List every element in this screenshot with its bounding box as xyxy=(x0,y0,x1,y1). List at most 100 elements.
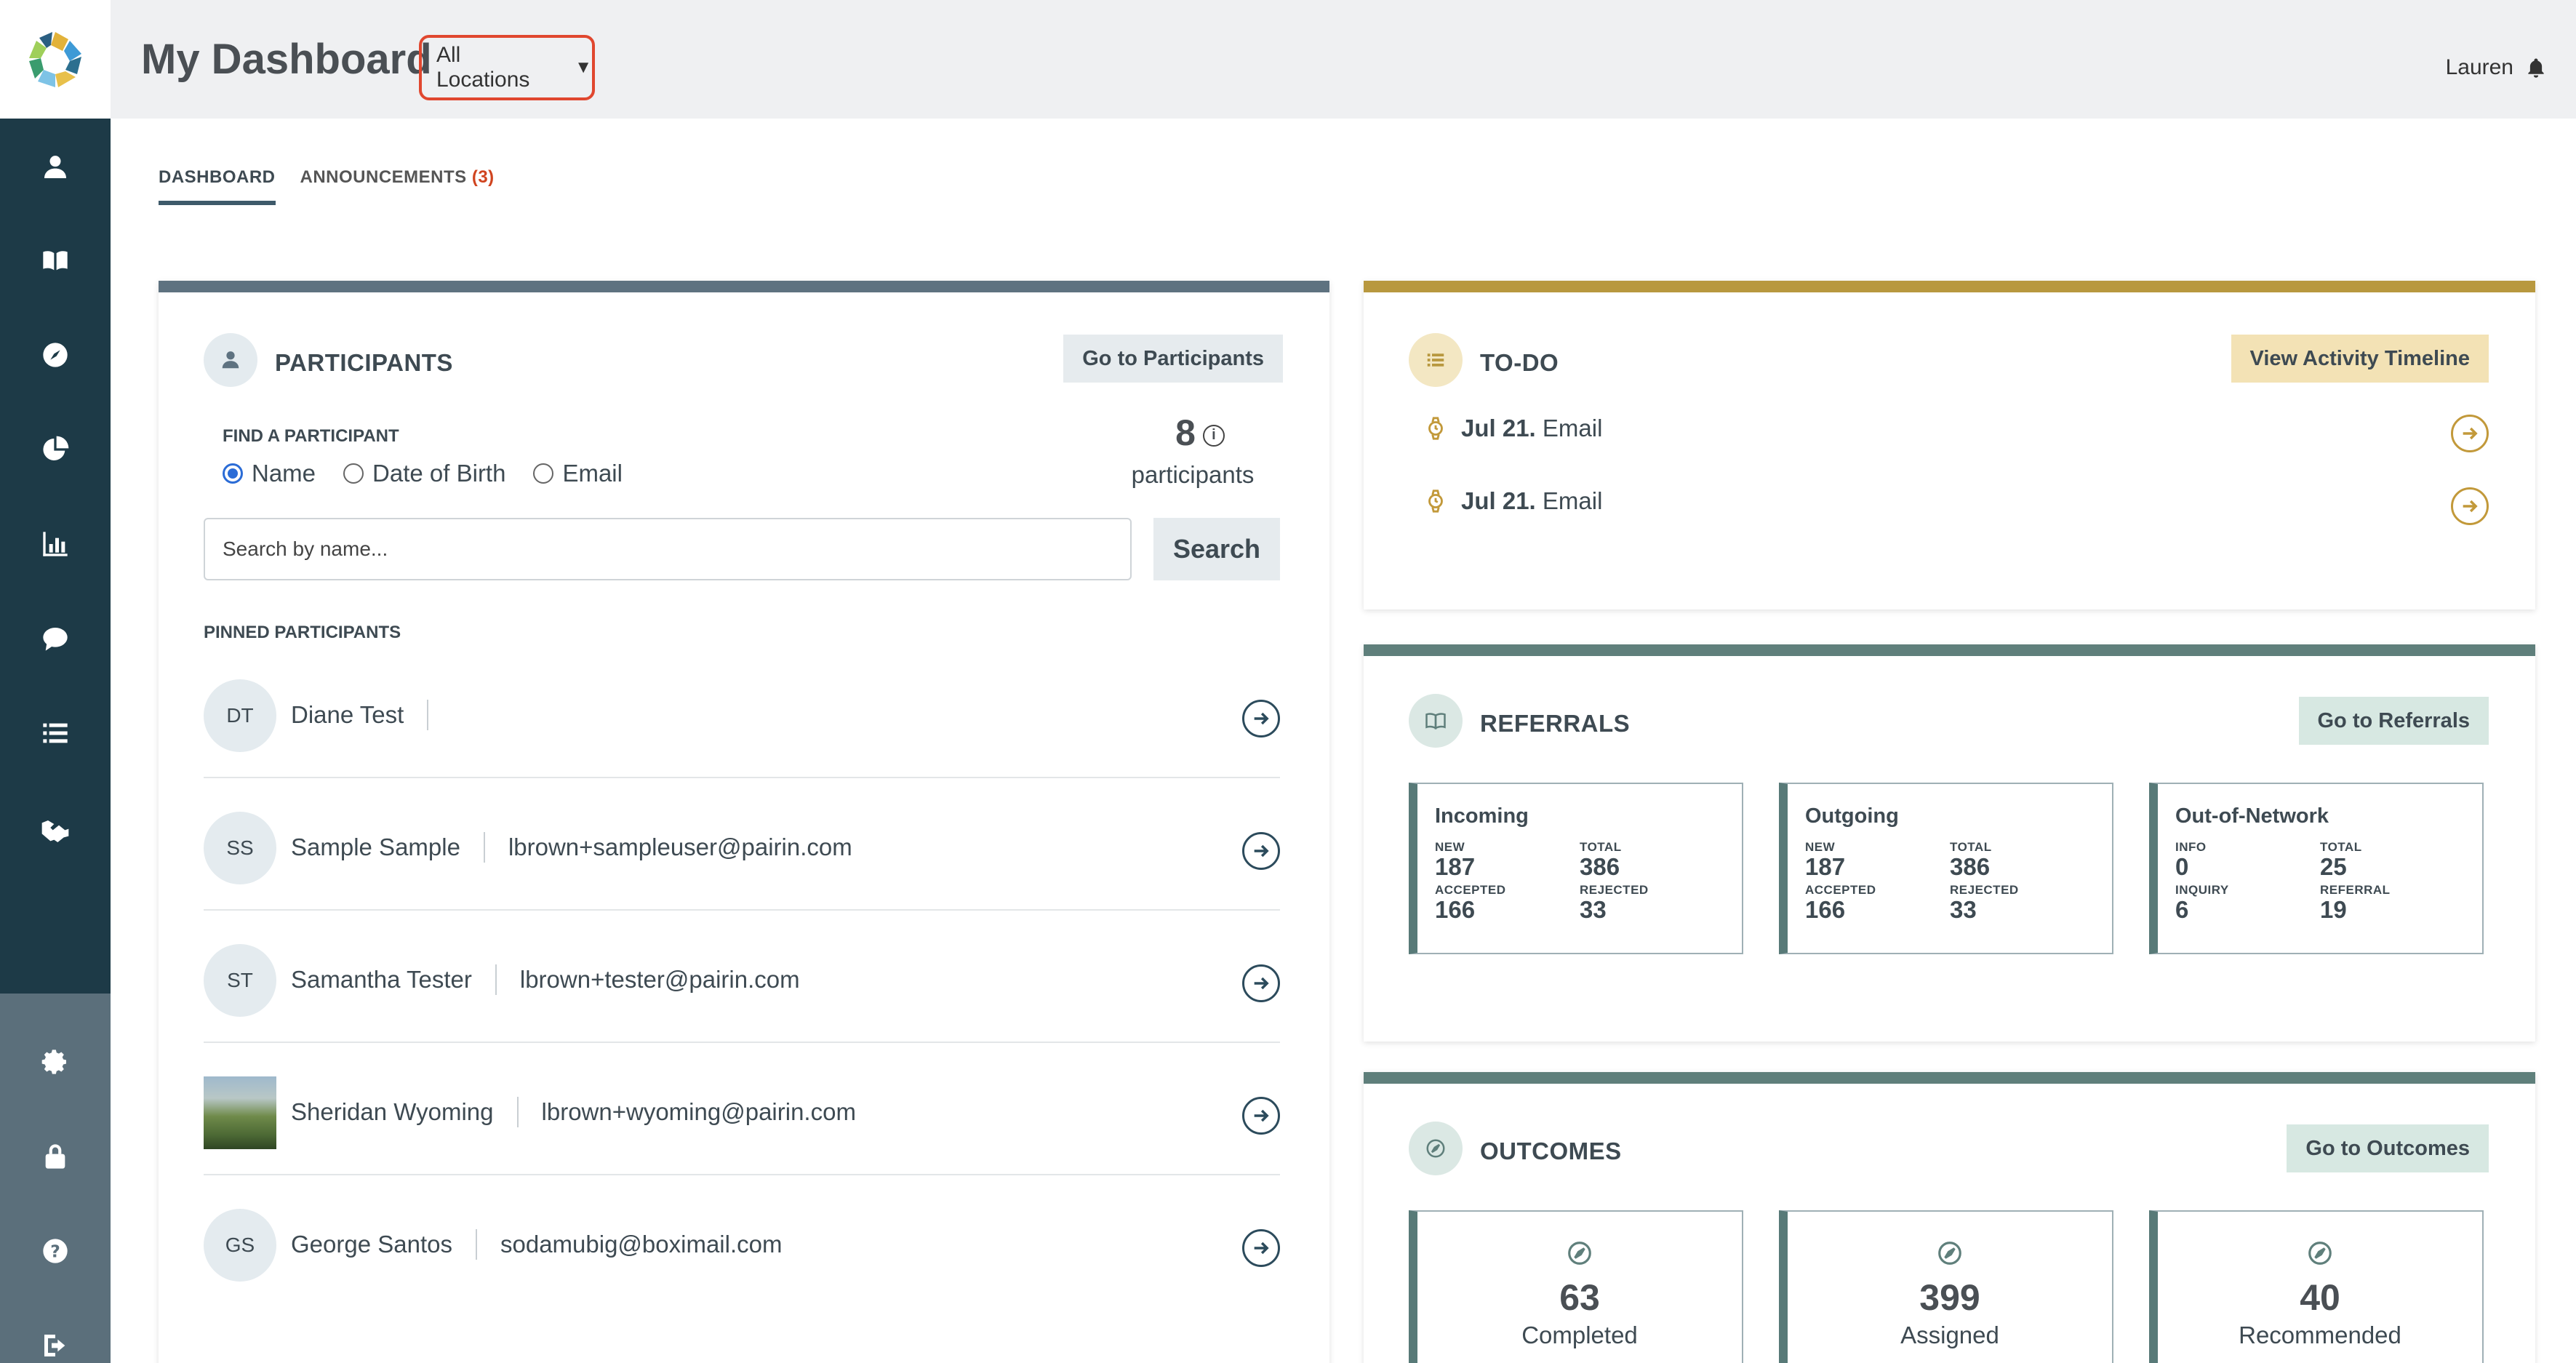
user-menu[interactable]: Lauren xyxy=(2446,55,2547,80)
open-participant-arrow-icon[interactable] xyxy=(1242,700,1280,738)
participant-name-group: Sheridan Wyoming lbrown+wyoming@pairin.c… xyxy=(291,1097,856,1127)
outcome-value: 40 xyxy=(2300,1277,2340,1318)
todo-card-accent xyxy=(1364,281,2535,292)
radio-name[interactable]: Name xyxy=(223,460,316,487)
stat-value: 6 xyxy=(2175,896,2189,923)
participant-email: lbrown+tester@pairin.com xyxy=(519,966,800,993)
tab-dashboard[interactable]: DASHBOARD xyxy=(159,167,276,205)
referrals-card: REFERRALS Go to Referrals Incoming NEW 18… xyxy=(1364,644,2535,1042)
stat-label: NEW xyxy=(1805,840,1836,854)
logo-icon xyxy=(29,31,81,87)
nav-compass-icon[interactable] xyxy=(33,333,77,377)
radio-date-of-birth[interactable]: Date of Birth xyxy=(343,460,505,487)
nav-gear-icon[interactable] xyxy=(33,1040,77,1084)
find-participant-label: FIND A PARTICIPANT xyxy=(223,426,399,446)
pinned-participant-row[interactable]: SS Sample Sample lbrown+sampleuser@pairi… xyxy=(204,778,1280,911)
search-button[interactable]: Search xyxy=(1153,518,1280,580)
participant-name: George Santos xyxy=(291,1231,452,1258)
open-participant-arrow-icon[interactable] xyxy=(1242,964,1280,1002)
open-participant-arrow-icon[interactable] xyxy=(1242,1097,1280,1135)
avatar: DT xyxy=(204,679,276,752)
tab-bar: DASHBOARD ANNOUNCEMENTS (3) xyxy=(159,167,495,205)
referral-stat-box-incoming[interactable]: Incoming NEW 187 TOTAL 386 ACCEPTED 166 REJ… xyxy=(1409,783,1743,954)
referral-stat-box-out-of-network[interactable]: Out-of-Network INFO 0 TOTAL 25 INQUIRY 6 RE… xyxy=(2149,783,2484,954)
stat-value: 166 xyxy=(1435,896,1476,923)
nav-chat-icon[interactable] xyxy=(33,617,77,660)
participant-name: Samantha Tester xyxy=(291,966,472,993)
nav-participants-icon[interactable] xyxy=(33,145,77,189)
participant-count-value: 8 xyxy=(1175,412,1196,453)
nav-bar-chart-icon[interactable] xyxy=(33,522,77,566)
user-icon xyxy=(222,351,239,369)
stat-value: 166 xyxy=(1805,896,1846,923)
participants-card-accent xyxy=(159,281,1329,292)
tab-announcements-label: ANNOUNCEMENTS xyxy=(300,167,467,187)
radio-indicator[interactable] xyxy=(533,463,554,484)
radio-name-label: Name xyxy=(252,460,316,487)
bell-icon[interactable] xyxy=(2525,57,2547,79)
participant-count-label: participants xyxy=(1131,461,1255,488)
stat-label: ACCEPTED xyxy=(1805,883,1876,897)
nav-logout-icon[interactable] xyxy=(33,1324,77,1363)
nav-pie-chart-icon[interactable] xyxy=(33,428,77,471)
go-to-outcomes-button[interactable]: Go to Outcomes xyxy=(2287,1124,2489,1172)
nav-list-icon[interactable] xyxy=(33,711,77,755)
stat-label: INQUIRY xyxy=(2175,883,2229,897)
view-activity-timeline-button[interactable]: View Activity Timeline xyxy=(2231,335,2489,383)
info-icon[interactable]: i xyxy=(1202,424,1225,447)
stat-label: REJECTED xyxy=(1950,883,2019,897)
participants-card-icon xyxy=(204,333,257,387)
nav-lock-icon[interactable] xyxy=(33,1135,77,1178)
todo-text: Email xyxy=(1542,415,1603,441)
open-participant-arrow-icon[interactable] xyxy=(1242,1229,1280,1267)
stat-label: REFERRAL xyxy=(2320,883,2391,897)
pinned-participant-row[interactable]: Sheridan Wyoming lbrown+wyoming@pairin.c… xyxy=(204,1043,1280,1175)
pinned-participant-row[interactable]: DT Diane Test xyxy=(204,646,1280,778)
todo-item[interactable]: Jul 21. Email xyxy=(1423,415,1602,442)
location-select[interactable]: All Locations ▼ xyxy=(419,35,595,100)
radio-indicator[interactable] xyxy=(343,463,364,484)
outcome-stat-box-assigned[interactable]: 399 Assigned xyxy=(1779,1210,2113,1363)
nav-help-icon[interactable]: ? xyxy=(33,1229,77,1273)
todo-item[interactable]: Jul 21. Email xyxy=(1423,487,1602,515)
go-to-referrals-button[interactable]: Go to Referrals xyxy=(2298,697,2489,745)
outcomes-card: OUTCOMES Go to Outcomes 63 Completed 399… xyxy=(1364,1072,2535,1363)
compass-icon xyxy=(1938,1242,1961,1265)
divider xyxy=(427,700,429,730)
radio-email[interactable]: Email xyxy=(533,460,623,487)
stat-value: 25 xyxy=(2320,853,2347,880)
chevron-down-icon: ▼ xyxy=(575,57,592,77)
outcome-label: Completed xyxy=(1521,1322,1638,1348)
participants-title: PARTICIPANTS xyxy=(275,349,453,376)
radio-selected-indicator[interactable] xyxy=(223,463,243,484)
open-participant-arrow-icon[interactable] xyxy=(1242,832,1280,870)
go-to-participants-button[interactable]: Go to Participants xyxy=(1063,335,1283,383)
stat-value: 386 xyxy=(1580,853,1620,880)
participant-name-group: Sample Sample lbrown+sampleuser@pairin.c… xyxy=(291,832,852,863)
stat-value: 0 xyxy=(2175,853,2189,880)
avatar: SS xyxy=(204,812,276,884)
top-header: My Dashboard All Locations ▼ Lauren xyxy=(111,0,2576,119)
outcome-stat-box-recommended[interactable]: 40 Recommended xyxy=(2149,1210,2484,1363)
radio-dob-label: Date of Birth xyxy=(372,460,506,487)
avatar-photo xyxy=(204,1076,276,1149)
participant-search-input[interactable] xyxy=(204,518,1132,580)
participant-name-group: George Santos sodamubig@boximail.com xyxy=(291,1229,782,1260)
nav-handshake-icon[interactable] xyxy=(33,806,77,850)
open-todo-arrow-icon[interactable] xyxy=(2451,415,2489,452)
participant-name-group: Diane Test xyxy=(291,700,452,730)
app-logo[interactable] xyxy=(0,0,111,119)
pinned-participant-row[interactable]: ST Samantha Tester lbrown+tester@pairin.… xyxy=(204,911,1280,1043)
stat-label: TOTAL xyxy=(1580,840,1622,854)
referral-stat-box-outgoing[interactable]: Outgoing NEW 187 TOTAL 386 ACCEPTED 166 REJ… xyxy=(1779,783,2113,954)
tab-announcements[interactable]: ANNOUNCEMENTS (3) xyxy=(300,167,495,205)
open-todo-arrow-icon[interactable] xyxy=(2451,487,2489,525)
outcome-stat-box-completed[interactable]: 63 Completed xyxy=(1409,1210,1743,1363)
avatar: GS xyxy=(204,1209,276,1282)
pinned-participant-row[interactable]: GS George Santos sodamubig@boximail.com xyxy=(204,1175,1280,1308)
outcome-label: Recommended xyxy=(2239,1322,2401,1348)
main-content: DASHBOARD ANNOUNCEMENTS (3) PARTICIPANTS… xyxy=(125,122,2576,1363)
nav-book-icon[interactable] xyxy=(33,239,77,282)
stat-label: TOTAL xyxy=(2320,840,2362,854)
referrals-title: REFERRALS xyxy=(1480,710,1631,737)
